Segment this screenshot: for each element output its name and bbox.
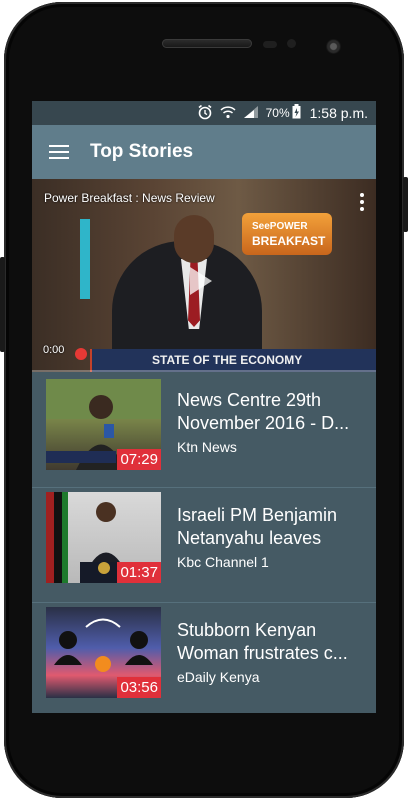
proximity-sensor [263, 41, 277, 48]
video-title: Stubborn Kenyan Woman frustrates c... [177, 620, 348, 663]
channel-name: Kbc Channel 1 [177, 554, 269, 570]
wifi-icon [220, 105, 236, 122]
status-bar: 70% 1:58 p.m. [32, 101, 376, 125]
channel-name: Ktn News [177, 439, 237, 455]
page-title: Top Stories [90, 141, 194, 162]
list-item[interactable]: 03:56 Stubborn Kenyan Woman frustrates c… [32, 603, 376, 713]
front-camera [326, 39, 341, 54]
video-thumbnail: 01:37 [46, 492, 161, 583]
video-thumbnail: 03:56 [46, 607, 161, 698]
signal-icon [243, 105, 259, 122]
clock: 1:58 p.m. [309, 105, 368, 121]
video-title: Power Breakfast : News Review [44, 191, 215, 205]
app-bar: Top Stories [32, 125, 376, 179]
video-title: Israeli PM Benjamin Netanyahu leaves [177, 505, 338, 548]
play-icon[interactable] [190, 267, 212, 295]
elapsed-time: 0:00 [43, 344, 65, 356]
screen: 70% 1:58 p.m. Top Stories SeePOWER BREAK… [32, 101, 376, 713]
duration-badge: 03:56 [117, 677, 161, 698]
news-ticker: STATE OF THE ECONOMY [92, 349, 376, 372]
seek-bar[interactable] [32, 370, 376, 372]
seek-handle[interactable] [75, 348, 87, 360]
list-item[interactable]: 07:29 News Centre 29th November 2016 - D… [32, 373, 376, 488]
volume-button [0, 257, 5, 352]
presenter-head [174, 215, 214, 263]
menu-icon[interactable] [49, 145, 69, 159]
duration-badge: 07:29 [117, 449, 161, 470]
battery-icon [292, 104, 301, 122]
light-sensor [287, 39, 296, 48]
studio-backdrop [80, 219, 90, 299]
alarm-icon [197, 104, 213, 123]
duration-badge: 01:37 [117, 562, 161, 583]
channel-name: eDaily Kenya [177, 669, 260, 685]
video-thumbnail: 07:29 [46, 379, 161, 470]
speaker-grille [162, 39, 252, 48]
more-options-icon[interactable] [360, 193, 364, 211]
power-button [403, 177, 408, 232]
video-title: News Centre 29th November 2016 - D... [177, 390, 350, 433]
battery-percent: 70% [265, 106, 290, 120]
show-banner: SeePOWER BREAKFAST [242, 213, 332, 255]
video-player[interactable]: SeePOWER BREAKFAST STATE OF THE ECONOMY … [32, 179, 376, 372]
list-item[interactable]: 01:37 Israeli PM Benjamin Netanyahu leav… [32, 488, 376, 603]
